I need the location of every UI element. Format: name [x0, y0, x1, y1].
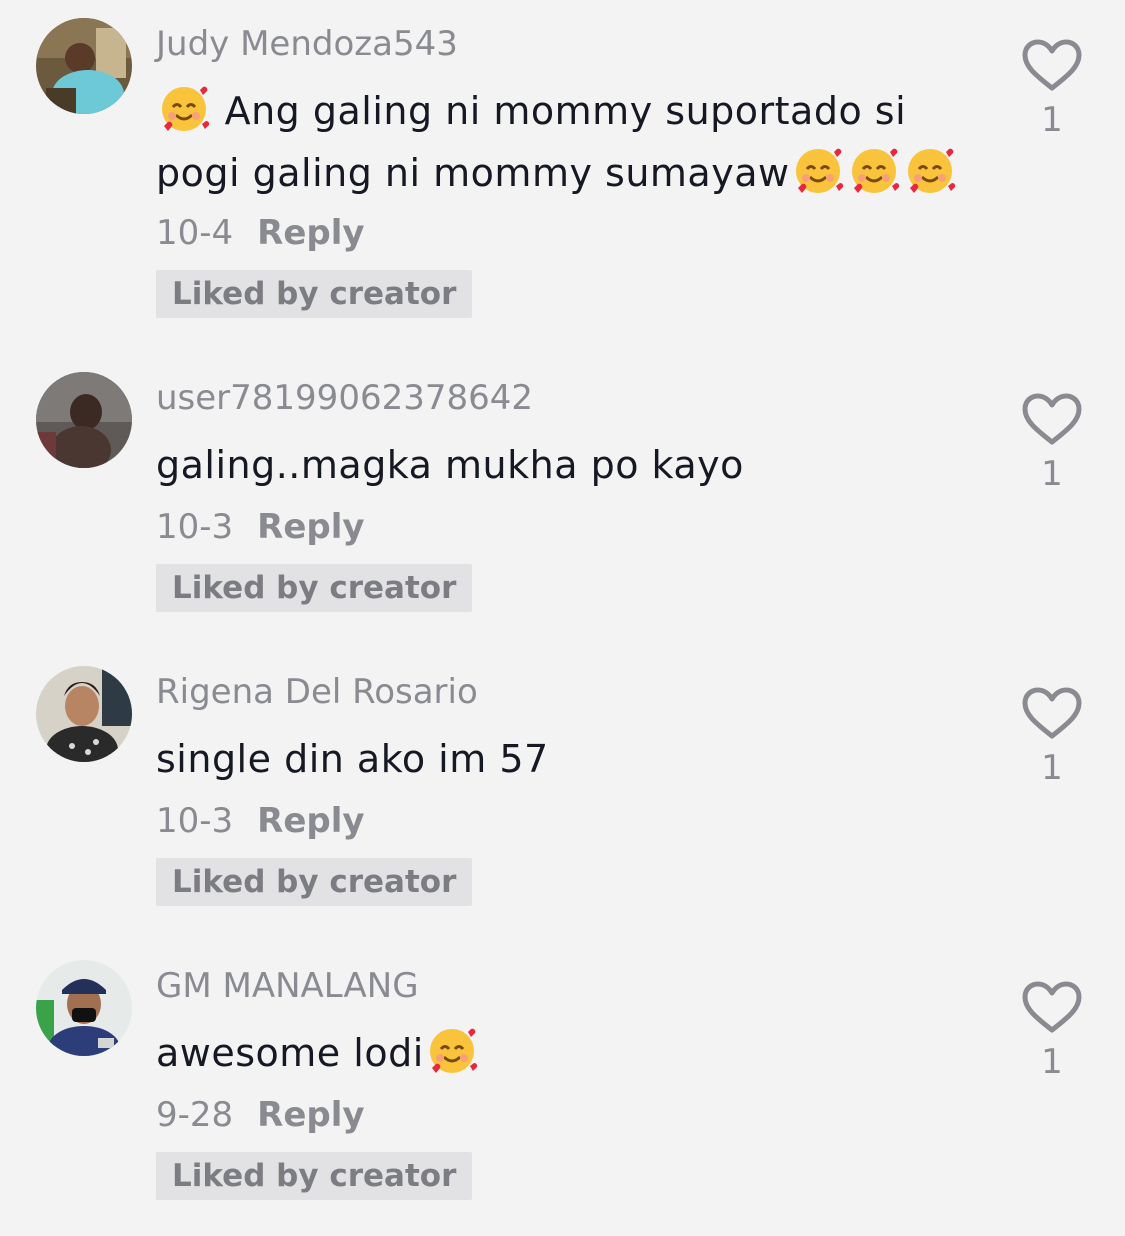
reply-button[interactable]: Reply — [257, 801, 364, 841]
like-count: 1 — [1041, 1042, 1063, 1082]
smiling-face-with-hearts-icon — [790, 142, 846, 198]
comment-text: awesome lodi — [156, 1022, 976, 1084]
comment-date: 10-4 — [156, 213, 234, 253]
comment-item: GM MANALANG awesome lodi 9-28 Reply Liked… — [0, 942, 1125, 1236]
smiling-face-with-hearts-icon — [156, 80, 212, 136]
avatar[interactable] — [36, 18, 132, 114]
avatar[interactable] — [36, 960, 132, 1056]
reply-button[interactable]: Reply — [257, 1095, 364, 1135]
comment-text: Ang galing ni mommy suportado si pogi ga… — [156, 80, 976, 204]
heart-outline-icon — [1022, 981, 1082, 1033]
comment-item: Rigena Del Rosario single din ako im 57 … — [0, 648, 1125, 942]
comment-text: single din ako im 57 — [156, 728, 976, 790]
avatar[interactable] — [36, 372, 132, 468]
liked-by-creator-badge: Liked by creator — [156, 564, 473, 612]
comment-body: galing..magka mukha po kayo — [156, 443, 744, 487]
smiling-face-with-hearts-icon — [902, 142, 958, 198]
like-count: 1 — [1041, 454, 1063, 494]
comment-meta: 9-28 Reply — [156, 1095, 365, 1135]
like-count: 1 — [1041, 100, 1063, 140]
comment-date: 10-3 — [156, 801, 234, 841]
comment-body: awesome lodi — [156, 1031, 424, 1075]
like-button[interactable] — [1020, 392, 1084, 448]
liked-by-creator-badge: Liked by creator — [156, 1152, 473, 1200]
comment-text: galing..magka mukha po kayo — [156, 434, 976, 496]
comment-date: 9-28 — [156, 1095, 234, 1135]
comment-meta: 10-3 Reply — [156, 507, 365, 547]
smiling-face-with-hearts-icon — [424, 1022, 480, 1078]
like-count: 1 — [1041, 748, 1063, 788]
heart-outline-icon — [1022, 39, 1082, 91]
heart-outline-icon — [1022, 393, 1082, 445]
reply-button[interactable]: Reply — [257, 507, 364, 547]
smiling-face-with-hearts-icon — [846, 142, 902, 198]
comment-item: Judy Mendoza543 Ang galing ni mommy supo… — [0, 0, 1125, 318]
heart-outline-icon — [1022, 687, 1082, 739]
avatar[interactable] — [36, 666, 132, 762]
reply-button[interactable]: Reply — [257, 213, 364, 253]
comment-meta: 10-3 Reply — [156, 801, 365, 841]
liked-by-creator-badge: Liked by creator — [156, 270, 473, 318]
comment-username[interactable]: Judy Mendoza543 — [156, 24, 458, 64]
liked-by-creator-badge: Liked by creator — [156, 858, 473, 906]
comment-username[interactable]: user78199062378642 — [156, 378, 533, 418]
comment-username[interactable]: Rigena Del Rosario — [156, 672, 478, 712]
comment-meta: 10-4 Reply — [156, 213, 365, 253]
like-button[interactable] — [1020, 980, 1084, 1036]
comment-item: user78199062378642 galing..magka mukha p… — [0, 354, 1125, 648]
comment-username[interactable]: GM MANALANG — [156, 966, 419, 1006]
like-button[interactable] — [1020, 38, 1084, 94]
comment-date: 10-3 — [156, 507, 234, 547]
comment-body: single din ako im 57 — [156, 737, 549, 781]
like-button[interactable] — [1020, 686, 1084, 742]
